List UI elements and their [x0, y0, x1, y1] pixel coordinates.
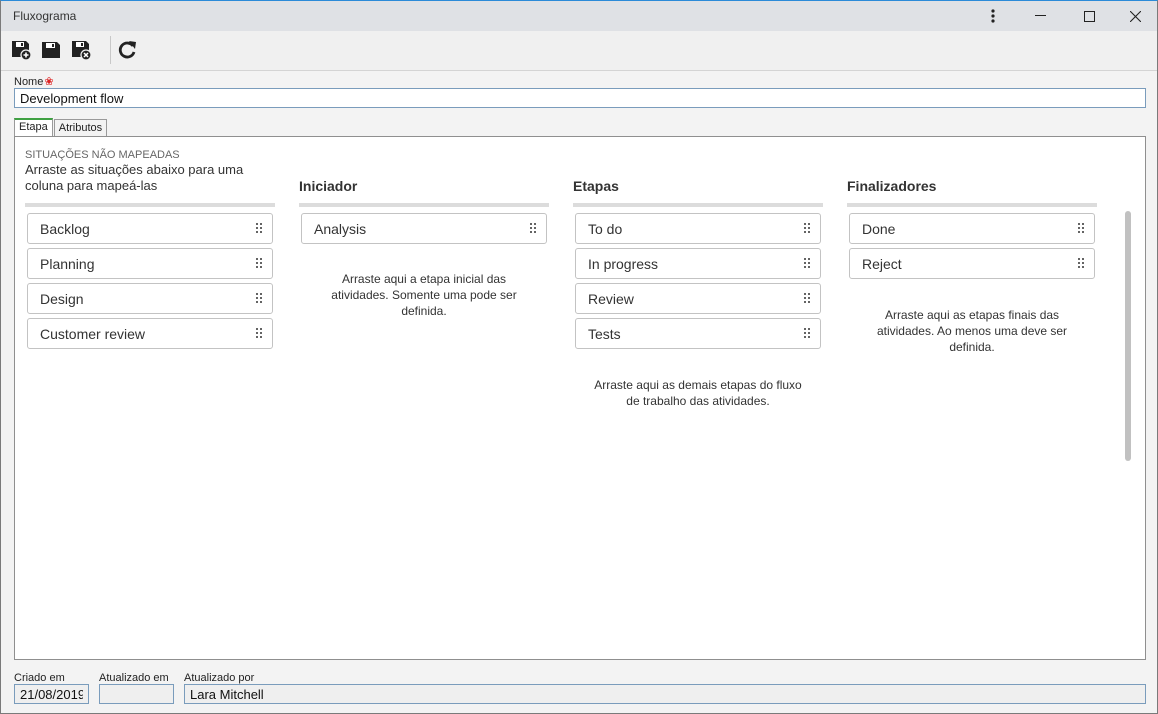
steps-card-review[interactable]: Review: [575, 283, 821, 314]
card-label: Analysis: [314, 221, 367, 237]
card-label: Reject: [862, 256, 902, 272]
finishers-drop-zone[interactable]: Done Reject: [849, 213, 1095, 283]
name-label: Nome❀: [14, 75, 54, 88]
unmapped-list: Backlog Planning Design Customer review: [27, 213, 273, 353]
initiator-divider: [299, 203, 549, 207]
steps-card-to-do[interactable]: To do: [575, 213, 821, 244]
unmapped-divider: [25, 203, 275, 207]
finishers-divider: [847, 203, 1097, 207]
created-field[interactable]: [14, 684, 89, 704]
toolbar-separator: [110, 36, 111, 64]
maximize-button[interactable]: [1066, 1, 1112, 31]
drag-handle-icon[interactable]: [256, 293, 262, 305]
finishers-hint: Arraste aqui as etapas finais das ativid…: [876, 308, 1068, 354]
close-icon: [1129, 10, 1141, 22]
initiator-drop-zone[interactable]: Analysis: [301, 213, 547, 248]
save-close-icon: [72, 41, 92, 61]
card-label: In progress: [588, 256, 659, 272]
maximize-icon: [1083, 10, 1095, 22]
toolbar: [1, 31, 1157, 71]
refresh-button[interactable]: [114, 37, 140, 63]
tab-etapa[interactable]: Etapa: [14, 118, 53, 137]
card-label: Tests: [588, 326, 621, 342]
window-title: Fluxograma: [13, 9, 77, 23]
card-label: Backlog: [40, 221, 90, 237]
steps-card-tests[interactable]: Tests: [575, 318, 821, 349]
save-plus-icon: [12, 41, 32, 61]
drag-handle-icon[interactable]: [1078, 258, 1084, 270]
updated-by-label: Atualizado por: [184, 672, 255, 684]
steps-title: Etapas: [573, 178, 619, 194]
drag-handle-icon[interactable]: [804, 328, 810, 340]
drag-handle-icon[interactable]: [256, 223, 262, 235]
save-icon: [42, 42, 60, 58]
updated-label: Atualizado em: [99, 672, 169, 684]
card-label: Design: [40, 291, 84, 307]
drag-handle-icon[interactable]: [804, 258, 810, 270]
save-and-close-button[interactable]: [68, 37, 94, 63]
initiator-title: Iniciador: [299, 178, 358, 194]
unmapped-card-customer-review[interactable]: Customer review: [27, 318, 273, 349]
drag-handle-icon[interactable]: [804, 293, 810, 305]
tab-bar: Etapa Atributos: [14, 118, 108, 137]
initiator-hint: Arraste aqui a etapa inicial das ativida…: [331, 272, 517, 318]
title-bar: Fluxograma: [1, 1, 1157, 31]
name-input[interactable]: [14, 88, 1146, 108]
required-icon: ❀: [44, 76, 54, 88]
steps-drop-zone[interactable]: To do In progress Review Tests: [575, 213, 821, 353]
finishers-title: Finalizadores: [847, 178, 937, 194]
drag-handle-icon[interactable]: [804, 223, 810, 235]
save-and-new-button[interactable]: [8, 37, 34, 63]
unmapped-card-planning[interactable]: Planning: [27, 248, 273, 279]
finishers-card-reject[interactable]: Reject: [849, 248, 1095, 279]
minimize-button[interactable]: [1018, 1, 1064, 31]
steps-card-in-progress[interactable]: In progress: [575, 248, 821, 279]
close-button[interactable]: [1112, 1, 1158, 31]
updated-field[interactable]: [99, 684, 174, 704]
drag-handle-icon[interactable]: [530, 223, 536, 235]
more-vertical-icon: [991, 9, 995, 23]
initiator-card-analysis[interactable]: Analysis: [301, 213, 547, 244]
unmapped-card-design[interactable]: Design: [27, 283, 273, 314]
refresh-icon: [118, 41, 136, 59]
unmapped-card-backlog[interactable]: Backlog: [27, 213, 273, 244]
minimize-icon: [1035, 15, 1046, 16]
created-label: Criado em: [14, 672, 65, 684]
more-options-button[interactable]: [970, 1, 1016, 31]
updated-by-field[interactable]: [184, 684, 1146, 704]
steps-divider: [573, 203, 823, 207]
drag-handle-icon[interactable]: [256, 258, 262, 270]
card-label: To do: [588, 221, 623, 237]
unmapped-subtitle: Arraste as situações abaixo para uma col…: [25, 162, 244, 193]
card-label: Review: [588, 291, 634, 307]
name-label-text: Nome: [14, 76, 44, 88]
steps-hint: Arraste aqui as demais etapas do fluxo d…: [594, 378, 802, 408]
tab-atributos[interactable]: Atributos: [53, 119, 108, 137]
drag-handle-icon[interactable]: [256, 328, 262, 340]
card-label: Customer review: [40, 326, 146, 342]
save-button[interactable]: [38, 37, 64, 63]
window: Fluxograma Nome❀ Development flow Etapa …: [0, 0, 1158, 714]
card-label: Done: [862, 221, 896, 237]
unmapped-title: SITUAÇÕES NÃO MAPEADAS: [25, 149, 180, 161]
flow-board-panel: SITUAÇÕES NÃO MAPEADAS Arraste as situaç…: [14, 136, 1146, 660]
finishers-card-done[interactable]: Done: [849, 213, 1095, 244]
vertical-scrollbar[interactable]: [1125, 211, 1131, 461]
drag-handle-icon[interactable]: [1078, 223, 1084, 235]
card-label: Planning: [40, 256, 95, 272]
